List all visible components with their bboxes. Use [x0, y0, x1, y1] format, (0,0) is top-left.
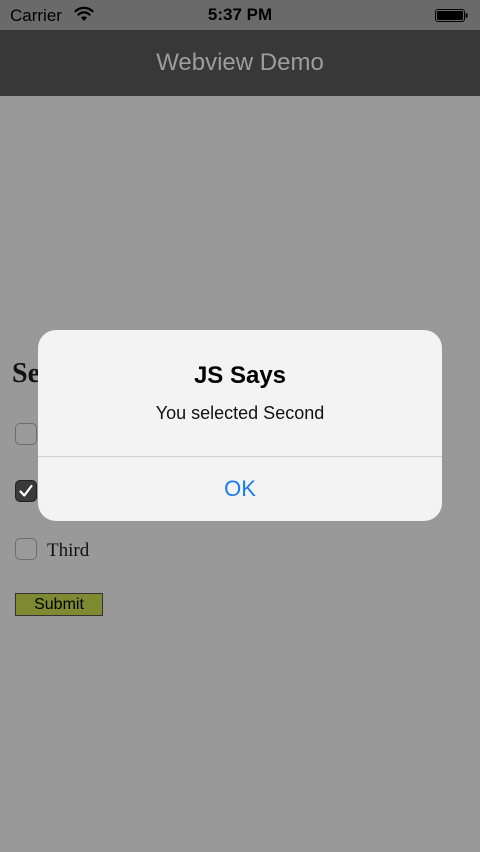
alert-ok-button[interactable]: OK: [38, 457, 442, 521]
status-time: 5:37 PM: [207, 5, 273, 24]
submit-button[interactable]: Submit: [15, 593, 103, 616]
checkbox-first[interactable]: [15, 423, 37, 445]
battery-icon: [435, 9, 468, 22]
nav-title: Webview Demo: [156, 49, 324, 76]
page-heading: Se: [12, 358, 40, 389]
checkbox-third-label: Third: [47, 540, 90, 561]
checkmark-icon: [19, 484, 33, 497]
checkbox-second[interactable]: [15, 480, 37, 502]
alert-message: You selected Second: [155, 403, 325, 423]
checkbox-third[interactable]: [15, 538, 37, 560]
alert-dialog: JS Says You selected Second OK: [38, 330, 442, 521]
navigation-bar: Webview Demo: [0, 30, 480, 96]
alert-title: JS Says: [193, 362, 287, 389]
status-bar: Carrier 5:37 PM: [0, 0, 480, 30]
